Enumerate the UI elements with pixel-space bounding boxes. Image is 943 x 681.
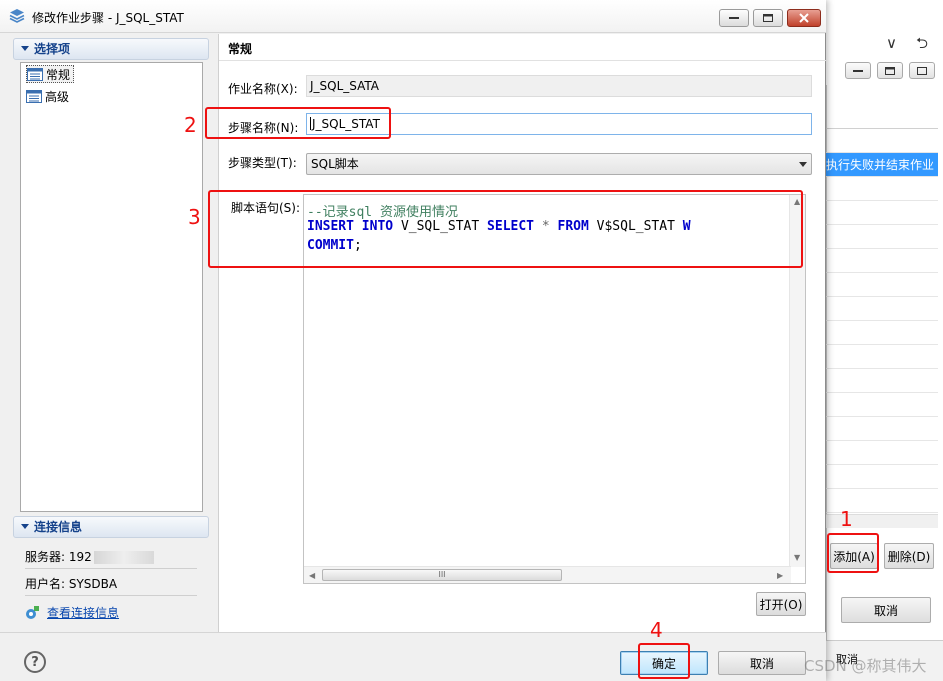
annotation-number-2: 2	[184, 113, 197, 137]
delete-step-label: 删除(D)	[887, 549, 931, 564]
annotation-box-2	[205, 107, 391, 139]
delete-step-button[interactable]: 删除(D)	[884, 543, 934, 569]
cancel-button[interactable]: 取消	[718, 651, 806, 675]
table-row[interactable]	[826, 225, 938, 249]
nav-list: 常规 高级	[20, 62, 203, 512]
server-info: 服务器: 192	[25, 548, 154, 565]
connection-section-header[interactable]: 连接信息	[13, 516, 209, 538]
table-row[interactable]	[826, 369, 938, 393]
nav-section-header[interactable]: 选择项	[13, 38, 209, 60]
table-row[interactable]	[826, 129, 938, 153]
scroll-left-icon[interactable]: ◀	[309, 571, 315, 580]
open-file-label: 打开(O)	[759, 597, 803, 612]
chevron-down-icon	[799, 162, 807, 167]
selected-row-text: 执行失败并结束作业	[826, 158, 935, 172]
maximize-button[interactable]	[877, 62, 903, 79]
table-row[interactable]	[826, 249, 938, 273]
table-row[interactable]	[826, 321, 938, 345]
divider	[25, 595, 197, 596]
table-row[interactable]	[826, 273, 938, 297]
background-window-controls	[845, 62, 935, 79]
close-icon	[799, 13, 809, 23]
table-row[interactable]	[826, 417, 938, 441]
minimize-button[interactable]	[845, 62, 871, 79]
help-icon-glyph: ?	[31, 654, 39, 670]
dialog-window-controls	[719, 9, 821, 27]
dialog-button-bar: ? 确定 取消	[0, 632, 826, 681]
cancel-label: 取消	[749, 656, 774, 671]
background-cancel-button[interactable]: 取消	[841, 597, 931, 623]
restore-icon	[917, 66, 927, 75]
annotation-number-3: 3	[188, 205, 201, 229]
nav-section-title: 选择项	[34, 42, 71, 56]
scroll-thumb[interactable]: III	[322, 569, 562, 581]
table-row[interactable]	[826, 441, 938, 465]
background-cancel-label: 取消	[873, 603, 898, 618]
maximize-icon	[885, 66, 895, 75]
dialog-title: 修改作业步骤 - J_SQL_STAT	[32, 11, 184, 25]
annotation-box-3	[208, 190, 803, 268]
server-label: 服务器: 192	[25, 550, 92, 564]
list-icon	[27, 67, 43, 81]
dialog-left-pane: 选择项 常规 高级 连接信息 服务器: 192 用户名: SYSDBA 查看连接…	[13, 36, 209, 632]
close-button[interactable]	[787, 9, 821, 27]
undo-icon[interactable]: ⮌	[916, 33, 928, 58]
maximize-button[interactable]	[753, 9, 783, 27]
step-type-select[interactable]: SQL脚本	[306, 153, 812, 175]
chevron-down-icon[interactable]: ∨	[886, 34, 897, 52]
pane-title: 常规	[228, 42, 253, 56]
steps-table: 执行失败并结束作业	[826, 128, 938, 528]
minimize-icon	[853, 69, 863, 72]
horizontal-scrollbar[interactable]: ◀ III ▶	[304, 566, 791, 583]
watermark: CSDN @称其伟大	[804, 657, 927, 675]
table-row[interactable]	[826, 177, 938, 201]
redacted-server-address	[93, 551, 154, 564]
step-type-value: SQL脚本	[311, 157, 359, 171]
restore-button[interactable]	[909, 62, 935, 79]
annotation-box-4	[638, 643, 690, 679]
user-info: 用户名: SYSDBA	[25, 577, 118, 591]
scroll-right-icon[interactable]: ▶	[777, 571, 783, 580]
nav-item-general-label: 常规	[46, 67, 71, 82]
layers-icon	[9, 9, 25, 23]
nav-item-advanced[interactable]: 高级	[26, 87, 69, 105]
table-row[interactable]	[826, 465, 938, 489]
nav-item-general[interactable]: 常规	[26, 65, 75, 83]
table-row[interactable]	[826, 297, 938, 321]
step-type-label: 步骤类型(T):	[228, 156, 297, 170]
annotation-number-1: 1	[840, 507, 853, 531]
view-connection-info[interactable]: 查看连接信息	[25, 604, 119, 621]
view-connection-link[interactable]: 查看连接信息	[47, 604, 119, 621]
list-icon	[26, 89, 42, 103]
collapse-triangle-icon	[21, 524, 29, 529]
connection-info-icon	[26, 605, 39, 619]
nav-item-advanced-label: 高级	[45, 89, 70, 104]
help-icon[interactable]: ?	[24, 651, 46, 673]
table-row[interactable]	[826, 393, 938, 417]
job-name-label: 作业名称(X):	[228, 82, 298, 96]
scroll-down-icon[interactable]: ▼	[794, 553, 800, 562]
job-name-field: J_SQL_SATA	[306, 75, 812, 97]
table-row[interactable]	[826, 345, 938, 369]
divider	[219, 60, 826, 61]
table-row-selected[interactable]: 执行失败并结束作业	[826, 153, 938, 177]
collapse-triangle-icon	[21, 46, 29, 51]
divider	[25, 568, 197, 569]
connection-section-title: 连接信息	[34, 520, 83, 534]
table-row[interactable]	[826, 201, 938, 225]
scroll-thumb-grip: III	[438, 570, 446, 579]
annotation-number-4: 4	[650, 618, 663, 642]
job-name-value: J_SQL_SATA	[310, 79, 380, 93]
annotation-box-1	[827, 533, 879, 573]
minimize-button[interactable]	[719, 9, 749, 27]
maximize-icon	[763, 14, 773, 22]
modify-job-step-dialog: 修改作业步骤 - J_SQL_STAT 选择项 常规 高级 连接信息 服务器: …	[0, 0, 826, 681]
minimize-icon	[729, 17, 739, 19]
dialog-titlebar[interactable]: 修改作业步骤 - J_SQL_STAT	[0, 0, 826, 33]
open-file-button[interactable]: 打开(O)	[756, 592, 806, 616]
